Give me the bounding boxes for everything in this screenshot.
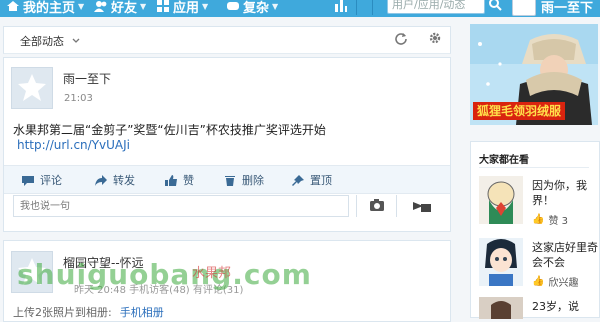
delete-label: 删除 [242,174,264,187]
stats-icon[interactable] [334,0,348,15]
comment-label: 评论 [40,174,62,187]
camera-icon[interactable] [356,195,397,217]
album-link[interactable]: 手机相册 [120,306,164,319]
like-count: 👍 赞 3 [532,212,568,227]
search-input[interactable]: 用户/应用/动态 [387,0,485,14]
divider [356,0,357,15]
forward-icon [95,174,107,186]
avatar[interactable] [512,0,536,16]
divider [372,0,373,15]
like-label: 赞 [183,174,194,187]
post-actions-bar: 评论 转发 赞 删除 置顶 [4,165,450,194]
comment-icon [22,175,34,186]
chevron-down-icon: ▼ [78,1,85,11]
pin-icon [292,174,304,186]
games-icon [226,0,240,12]
watermark: shuiguobang.com [17,258,312,291]
item-title[interactable]: 因为你，我界！ [532,178,600,208]
nav-games-label: 复杂 [243,0,270,16]
nav-friends-label: 好友 [111,0,138,16]
chevron-down-icon: ▼ [140,1,147,11]
username-label[interactable]: 雨一至下 [541,0,593,16]
like-count-label: 欣兴趣 [548,278,579,289]
forward-label: 转发 [113,174,135,187]
post-subtext: 上传2张照片到相册: [13,306,112,319]
chevron-down-icon: ▼ [202,1,209,11]
trash-icon [225,175,235,186]
ad-banner-text: 狐狸毛领羽绒服 [473,102,566,120]
post-text: 上传2张照片到相册: 手机相册 [13,304,164,320]
delete-button[interactable]: 删除 [223,172,264,188]
avatar[interactable] [11,67,53,109]
feed-post: 雨一至下 21:03 水果邦第二届“金剪子”奖暨“佐川吉”杯农技推广奖评选开始 … [3,57,451,232]
item-title[interactable]: 这家店好里奇会不会 [532,240,600,270]
post-time: 21:03 [64,93,93,104]
post-text: 水果邦第二届“金剪子”奖暨“佐川吉”杯农技推广奖评选开始 [13,123,326,137]
divider [479,167,589,168]
nav-apps-label: 应用 [173,0,200,16]
top-navigation-bar: 我的主页 ▼ 好友 ▼ 应用 ▼ 复杂 ▼ 用户/应用/动态 雨一至下 [0,0,600,17]
nav-apps[interactable]: 应用 ▼ [156,0,209,16]
thumbnail-image [479,176,523,224]
post-link[interactable]: http://url.cn/YvUAJi [17,138,130,152]
search-icon[interactable] [487,0,503,14]
pin-button[interactable]: 置顶 [291,172,332,188]
feed-header: 全部动态 [3,26,451,54]
comment-button[interactable]: 评论 [21,172,62,188]
nav-friends[interactable]: 好友 ▼ [94,0,147,16]
gear-icon[interactable] [428,31,442,45]
panel-title: 大家都在看 [479,155,529,166]
watermark-logo: 水果邦 [192,266,232,281]
trending-panel: 大家都在看 因为你，我界！ 👍 赞 3 这家店好里奇会不会 👍 欣兴趣 23岁，… [470,141,600,319]
like-count-label: 赞 3 [548,216,568,227]
chevron-down-icon[interactable] [72,34,80,43]
thumbs-up-icon [165,174,177,186]
refresh-icon[interactable] [394,31,408,45]
item-title[interactable]: 23岁，说 [532,299,600,314]
apps-grid-icon [156,0,170,12]
home-icon [6,0,20,12]
like-count: 👍 欣兴趣 [532,274,578,289]
like-button[interactable]: 赞 [164,172,194,188]
friends-icon [94,0,108,12]
pin-label: 置顶 [310,174,332,187]
ad-banner[interactable]: 狐狸毛领羽绒服 [470,24,598,125]
thumbnail-image [479,297,523,319]
feed-filter-dropdown[interactable]: 全部动态 [20,33,64,49]
thumbnail-image [479,238,523,286]
nav-games[interactable]: 复杂 ▼ [226,0,279,16]
thumbs-up-icon: 👍 [532,214,545,225]
post-author[interactable]: 雨一至下 [63,70,111,87]
reply-input[interactable]: 我也说一句 [13,195,349,217]
thumbs-up-icon: 👍 [532,276,545,287]
nav-home[interactable]: 我的主页 ▼ [6,0,85,16]
chevron-down-icon: ▼ [272,1,279,11]
nav-home-label: 我的主页 [23,0,76,16]
forward-button[interactable]: 转发 [94,172,135,188]
send-button[interactable] [396,195,443,217]
